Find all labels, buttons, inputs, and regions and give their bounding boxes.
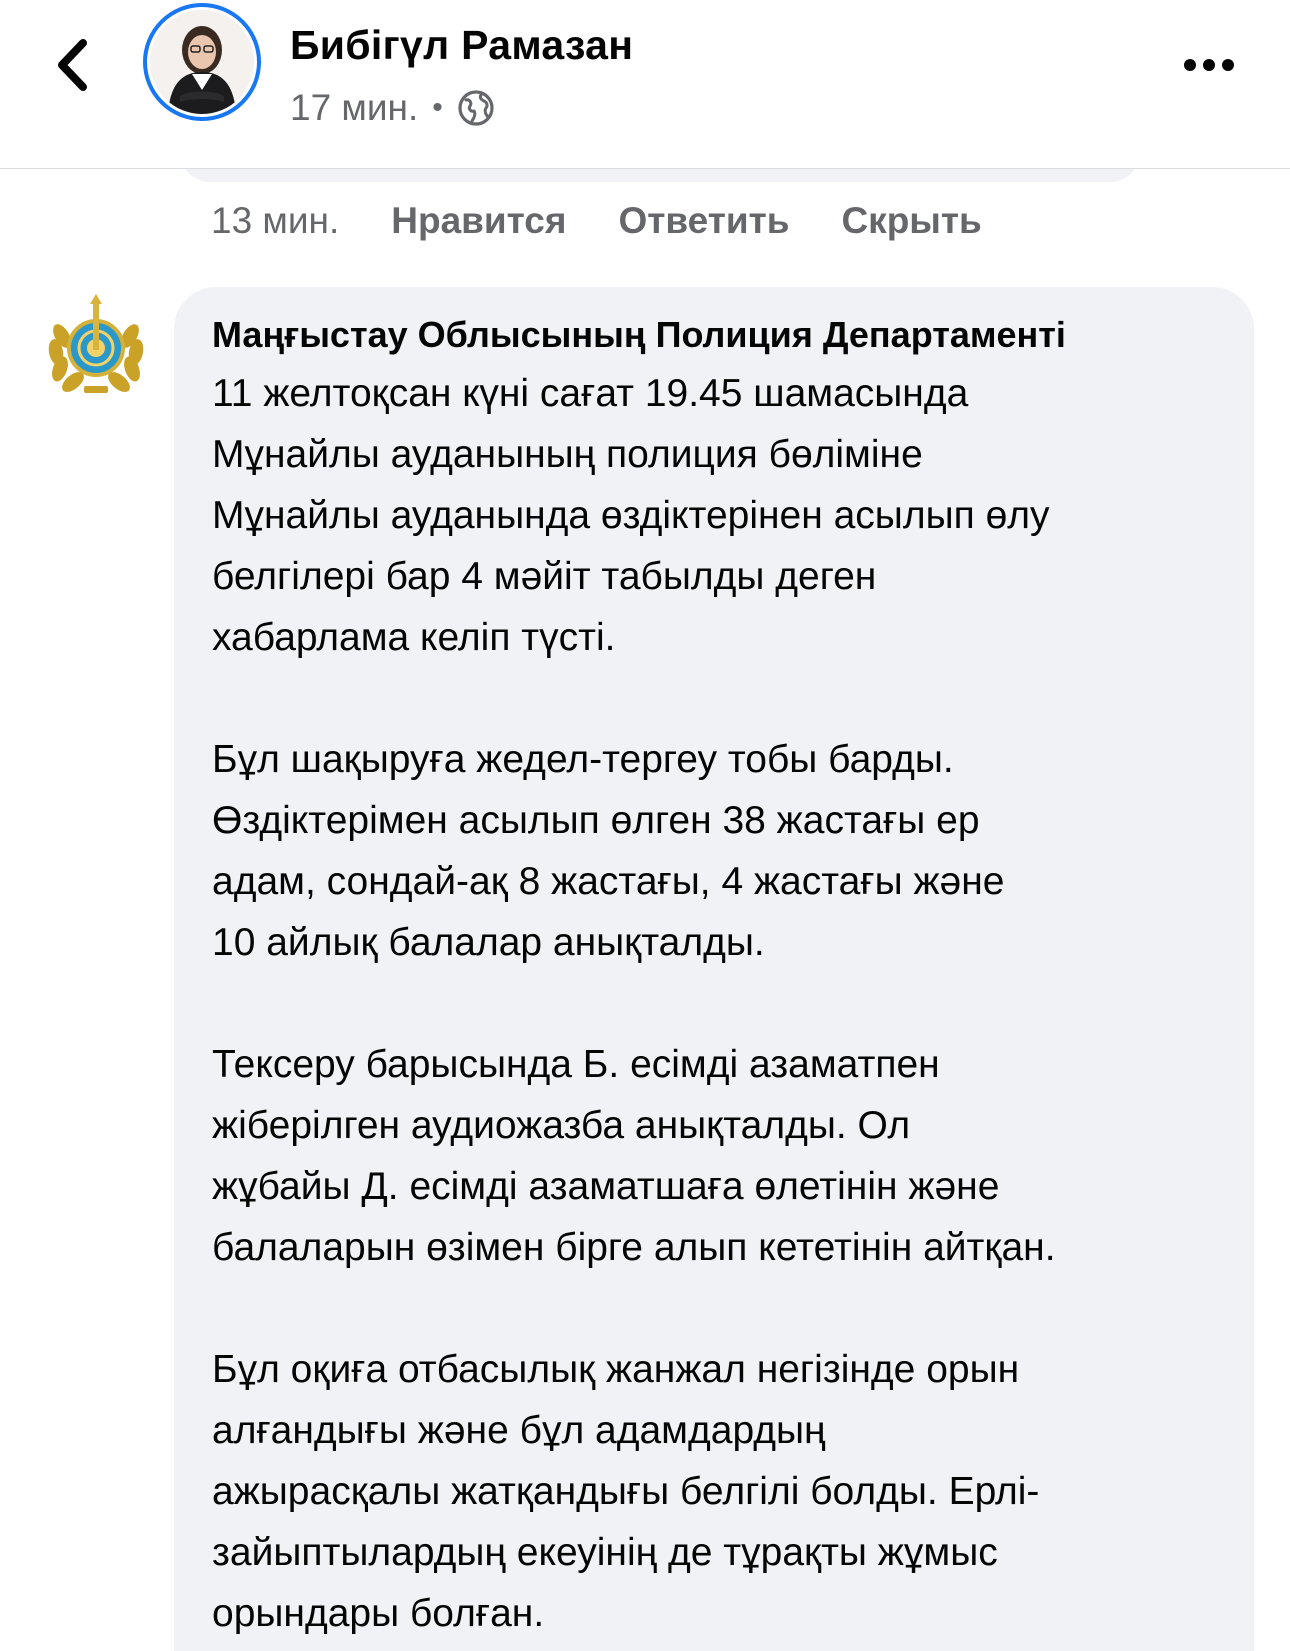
globe-icon [458,90,494,126]
post-meta: 17 мин. • [290,83,495,133]
comment-time: 13 мин. [211,200,340,241]
reply-button[interactable]: Ответить [618,200,789,242]
comment-paragraph: Тексеру барысында Б. есімді азаматпен жі… [212,1043,1056,1269]
author-avatar[interactable] [143,3,261,121]
more-dots-icon [1184,59,1234,71]
more-options-button[interactable] [1174,45,1244,85]
profile-photo [150,10,254,114]
hide-button[interactable]: Скрыть [841,200,981,242]
commenter-name[interactable]: Маңғыстау Облысының Полиция Департаменті [212,313,1224,357]
comment-paragraph: 11 желтоқсан күні сағат 19.45 шамасында … [212,372,1050,659]
meta-separator: • [432,91,443,124]
author-name[interactable]: Бибігүл Рамазан [290,22,633,69]
comment-actions: 13 мин. Нравится Ответить Скрыть [211,195,1034,247]
like-button[interactable]: Нравится [391,200,566,242]
post-time[interactable]: 17 мин. [290,87,418,129]
post-header: Бибігүл Рамазан 17 мин. • [0,0,1290,169]
commenter-avatar[interactable] [38,290,154,406]
back-button[interactable] [42,30,102,100]
comment-paragraph: Бұл оқиға отбасылық жанжал негізінде оры… [212,1348,1040,1635]
post-comments-screen: Бибігүл Рамазан 17 мин. • 13 мин. Нравит… [0,0,1290,1651]
police-emblem-icon [41,293,151,403]
chevron-left-icon [58,39,87,91]
comment-paragraph: Бұл шақыруға жедел-тергеу тобы барды. Өз… [212,738,1005,964]
comment-bubble: Маңғыстау Облысының Полиция Департаменті… [174,287,1254,1651]
